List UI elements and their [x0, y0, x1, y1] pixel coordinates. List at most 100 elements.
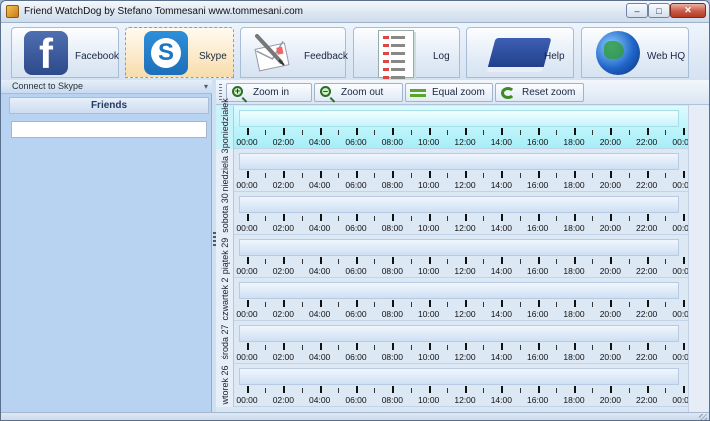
day-row[interactable]: piątek 29 00:00 02:00 04:00 06:00 08:00 10:00 1… — [216, 235, 694, 278]
hour-tick — [356, 343, 358, 350]
hour-tick — [265, 130, 267, 135]
equal-zoom-label: Equal zoom — [432, 87, 485, 98]
hour-tick — [265, 302, 267, 307]
activity-bar[interactable] — [239, 325, 679, 342]
maximize-button[interactable]: □ — [648, 3, 670, 18]
tab-skype[interactable]: S Skype — [125, 27, 234, 78]
hour-tick — [574, 343, 576, 350]
hour-tick — [283, 257, 286, 264]
hour-label: 12:00 — [454, 266, 476, 276]
hour-tick — [337, 345, 339, 350]
hour-tick — [446, 130, 448, 135]
hour-tick — [519, 259, 521, 264]
hour-tick — [610, 343, 613, 350]
hour-tick — [664, 173, 666, 178]
hour-tick — [247, 214, 249, 221]
title-bar[interactable]: Friend WatchDog by Stefano Tommesani www… — [1, 1, 709, 23]
tab-facebook[interactable]: f Facebook — [11, 27, 119, 78]
zoom-in-label: Zoom in — [253, 87, 290, 98]
hour-tick — [501, 300, 504, 307]
hour-tick — [683, 300, 685, 307]
day-row[interactable]: czwartek 2 00:00 02:00 04:00 06:00 08:00 10:00… — [216, 277, 694, 321]
hour-tick — [337, 302, 339, 307]
friends-search-input[interactable] — [11, 121, 207, 138]
hour-label: 04:00 — [309, 266, 331, 276]
hour-tick — [646, 300, 649, 307]
zoom-out-label: Zoom out — [341, 87, 384, 98]
hour-tick — [374, 345, 376, 350]
hour-label: 18:00 — [563, 309, 585, 319]
hour-tick — [646, 128, 649, 135]
globe-icon — [596, 31, 640, 75]
hour-label: 06:00 — [345, 266, 367, 276]
close-button[interactable]: ✕ — [670, 3, 706, 18]
day-row[interactable]: niedziela 3 00:00 02:00 04:00 06:00 08:00 10:0… — [216, 148, 694, 192]
tab-help[interactable]: Help — [466, 27, 574, 78]
hour-tick — [446, 388, 448, 393]
tab-feedback-label: Feedback — [304, 51, 348, 62]
activity-bar[interactable] — [239, 196, 679, 213]
resize-grip[interactable] — [699, 414, 707, 420]
hour-tick — [247, 128, 249, 135]
activity-bar[interactable] — [239, 239, 679, 256]
minimize-button[interactable]: – — [626, 3, 648, 18]
hour-label: 22:00 — [636, 223, 658, 233]
hour-tick — [392, 257, 395, 264]
hour-tick — [646, 343, 649, 350]
facebook-icon: f — [24, 31, 68, 75]
zoom-in-button[interactable]: + Zoom in — [226, 83, 312, 102]
day-row[interactable]: wtorek 26 00:00 02:00 04:00 06:00 08:00 10:00 1… — [216, 364, 694, 407]
hour-tick — [428, 386, 431, 393]
hour-label: 18:00 — [563, 266, 585, 276]
reset-zoom-button[interactable]: Reset zoom — [495, 83, 584, 102]
hour-label: 14:00 — [490, 352, 512, 362]
day-row[interactable]: środa 27 00:00 02:00 04:00 06:00 08:00 10:00 12… — [216, 321, 694, 364]
tab-web-hq[interactable]: Web HQ — [581, 27, 689, 78]
hour-tick — [592, 130, 594, 135]
hour-tick — [592, 388, 594, 393]
hour-tick — [465, 343, 467, 350]
hour-tick — [301, 130, 303, 135]
hour-tick — [646, 214, 649, 221]
connect-to-skype-header[interactable]: Connect to Skype ▾ — [1, 80, 212, 94]
hour-tick — [301, 388, 303, 393]
hour-label: 20:00 — [599, 223, 621, 233]
hour-label: 10:00 — [418, 352, 440, 362]
hour-tick — [301, 345, 303, 350]
hour-tick — [265, 388, 267, 393]
activity-bar[interactable] — [239, 153, 679, 170]
hour-label: 08:00 — [381, 395, 403, 405]
equal-zoom-button[interactable]: Equal zoom — [405, 83, 493, 102]
day-label: czwartek 2 — [216, 277, 234, 321]
hour-tick — [483, 302, 485, 307]
hour-tick — [555, 130, 557, 135]
day-row[interactable]: sobota 30 00:00 02:00 04:00 06:00 08:00 10:00 1… — [216, 192, 694, 235]
day-row[interactable]: 3 poniedziałek 00:00 02:00 04:00 06:00 08:00 1… — [216, 98, 694, 156]
chevron-down-icon[interactable]: ▾ — [204, 80, 208, 93]
activity-bar[interactable] — [239, 110, 679, 127]
friends-header: Friends — [9, 97, 209, 114]
status-bar — [1, 412, 709, 420]
hour-label: 06:00 — [345, 352, 367, 362]
tab-feedback[interactable]: Feedback — [240, 27, 348, 78]
hour-label: 14:00 — [490, 137, 512, 147]
hour-label: 12:00 — [454, 395, 476, 405]
hour-label: 04:00 — [309, 223, 331, 233]
hour-label: 10:00 — [418, 223, 440, 233]
hour-tick — [555, 302, 557, 307]
tab-log[interactable]: Log — [353, 27, 460, 79]
vertical-scrollbar[interactable] — [688, 105, 709, 412]
hour-tick — [646, 171, 649, 178]
hour-tick — [483, 173, 485, 178]
hour-tick — [574, 300, 576, 307]
hour-tick — [610, 386, 613, 393]
hour-tick — [247, 257, 249, 264]
hour-tick — [501, 343, 504, 350]
zoom-out-button[interactable]: – Zoom out — [314, 83, 403, 102]
activity-bar[interactable] — [239, 368, 679, 385]
hour-tick — [446, 345, 448, 350]
activity-bar[interactable] — [239, 282, 679, 299]
hour-tick — [356, 386, 358, 393]
tab-help-label: Help — [544, 51, 565, 62]
day-label-text: 3 poniedziałek — [220, 98, 230, 156]
